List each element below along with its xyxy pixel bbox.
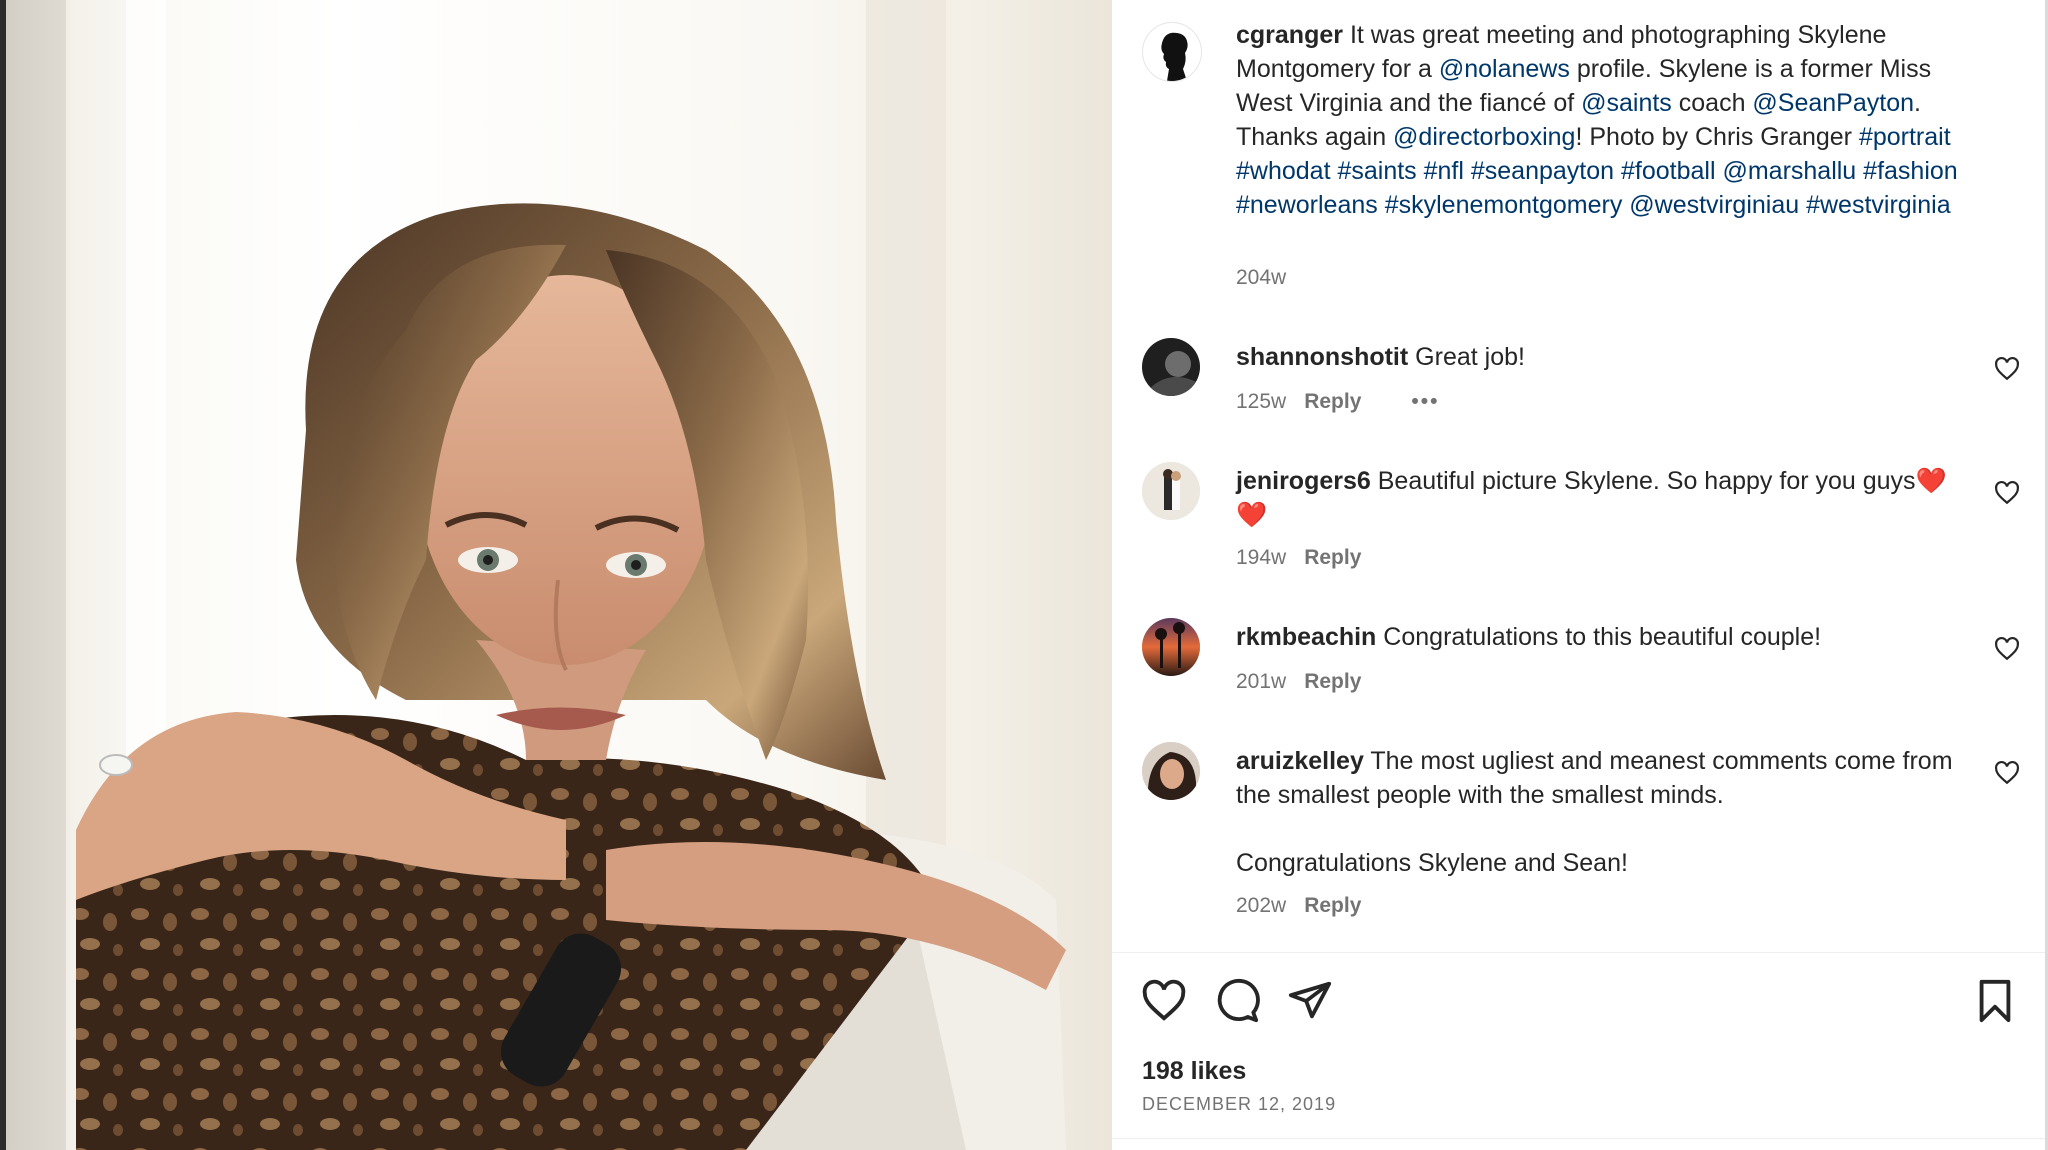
comment-like-heart-icon[interactable]	[1994, 480, 2020, 506]
section-divider	[1112, 952, 2048, 953]
avatar-image	[1142, 618, 1200, 676]
comment-meta: 201w Reply	[1236, 670, 1361, 694]
bottom-divider	[1112, 1138, 2048, 1139]
heart-icon[interactable]	[1141, 978, 1187, 1024]
comment-time: 125w	[1236, 390, 1287, 413]
avatar-image	[1142, 338, 1200, 396]
comment-item: aruizkelley The most ugliest and meanest…	[1112, 742, 2048, 932]
comment-text: aruizkelley The most ugliest and meanest…	[1236, 744, 1968, 880]
comment-item: jenirogers6 Beautiful picture Skylene. S…	[1112, 462, 2048, 582]
post-caption: cgranger It was great meeting and photog…	[1112, 18, 2048, 298]
reply-button[interactable]: Reply	[1304, 390, 1361, 413]
comment-body-continued: Congratulations Skylene and Sean!	[1236, 849, 1628, 877]
reply-button[interactable]: Reply	[1304, 670, 1361, 693]
author-username[interactable]: cgranger	[1236, 21, 1343, 49]
author-avatar[interactable]	[1142, 22, 1202, 82]
post-date: DECEMBER 12, 2019	[1142, 1094, 1337, 1114]
commenter-username[interactable]: shannonshotit	[1236, 343, 1408, 371]
comment-body: Great job!	[1415, 343, 1525, 371]
comment-text: shannonshotit Great job!	[1236, 340, 1968, 374]
caption-text: cgranger It was great meeting and photog…	[1236, 18, 1968, 222]
paper-plane-icon[interactable]	[1287, 978, 1333, 1024]
caption-link[interactable]: @SeanPayton	[1752, 89, 1914, 117]
comment-time: 194w	[1236, 546, 1287, 569]
caption-link[interactable]: @saints	[1581, 89, 1672, 117]
avatar-image	[1142, 462, 1200, 520]
comment-like-heart-icon[interactable]	[1994, 636, 2020, 662]
post-details-panel: cgranger It was great meeting and photog…	[1112, 0, 2048, 1150]
more-options-button[interactable]: •••	[1411, 390, 1439, 413]
instagram-post-view: cgranger It was great meeting and photog…	[0, 0, 2048, 1150]
comment-item: shannonshotit Great job! 125w Reply •••	[1112, 338, 2048, 438]
likes-count[interactable]: 198 likes	[1142, 1057, 1246, 1086]
comment-meta: 202w Reply	[1236, 894, 1361, 918]
caption-segment: ! Photo by Chris Granger	[1575, 123, 1859, 151]
commenter-avatar[interactable]	[1142, 338, 1200, 396]
bookmark-icon[interactable]	[1972, 978, 2018, 1024]
comment-like-heart-icon[interactable]	[1994, 760, 2020, 786]
commenter-avatar[interactable]	[1142, 462, 1200, 520]
caption-segment: coach	[1671, 89, 1753, 117]
post-timestamp: 204w	[1236, 266, 1287, 289]
commenter-avatar[interactable]	[1142, 618, 1200, 676]
comment-meta: 125w Reply •••	[1236, 390, 1439, 414]
comment-time: 201w	[1236, 670, 1287, 693]
comment-time: 202w	[1236, 894, 1287, 917]
commenter-avatar[interactable]	[1142, 742, 1200, 800]
caption-link[interactable]: @nolanews	[1439, 55, 1570, 83]
avatar-image	[1142, 742, 1200, 800]
comment-like-heart-icon[interactable]	[1994, 356, 2020, 382]
reply-button[interactable]: Reply	[1304, 894, 1361, 917]
reply-button[interactable]: Reply	[1304, 546, 1361, 569]
silhouette-icon	[1161, 32, 1188, 81]
commenter-username[interactable]: aruizkelley	[1236, 747, 1364, 775]
action-bar	[1112, 978, 2048, 1048]
comment-text: jenirogers6 Beautiful picture Skylene. S…	[1236, 464, 1968, 532]
comment-text: rkmbeachin Congratulations to this beaut…	[1236, 620, 1968, 654]
comment-bubble-icon[interactable]	[1214, 978, 1260, 1024]
comment-meta: 194w Reply	[1236, 546, 1361, 570]
post-photo[interactable]	[6, 0, 1112, 1150]
comment-body: Congratulations to this beautiful couple…	[1383, 623, 1822, 651]
commenter-username[interactable]: rkmbeachin	[1236, 623, 1376, 651]
caption-link[interactable]: @directorboxing	[1393, 123, 1575, 151]
comment-item: rkmbeachin Congratulations to this beaut…	[1112, 618, 2048, 718]
portrait-image	[6, 0, 1066, 1150]
commenter-username[interactable]: jenirogers6	[1236, 467, 1371, 495]
